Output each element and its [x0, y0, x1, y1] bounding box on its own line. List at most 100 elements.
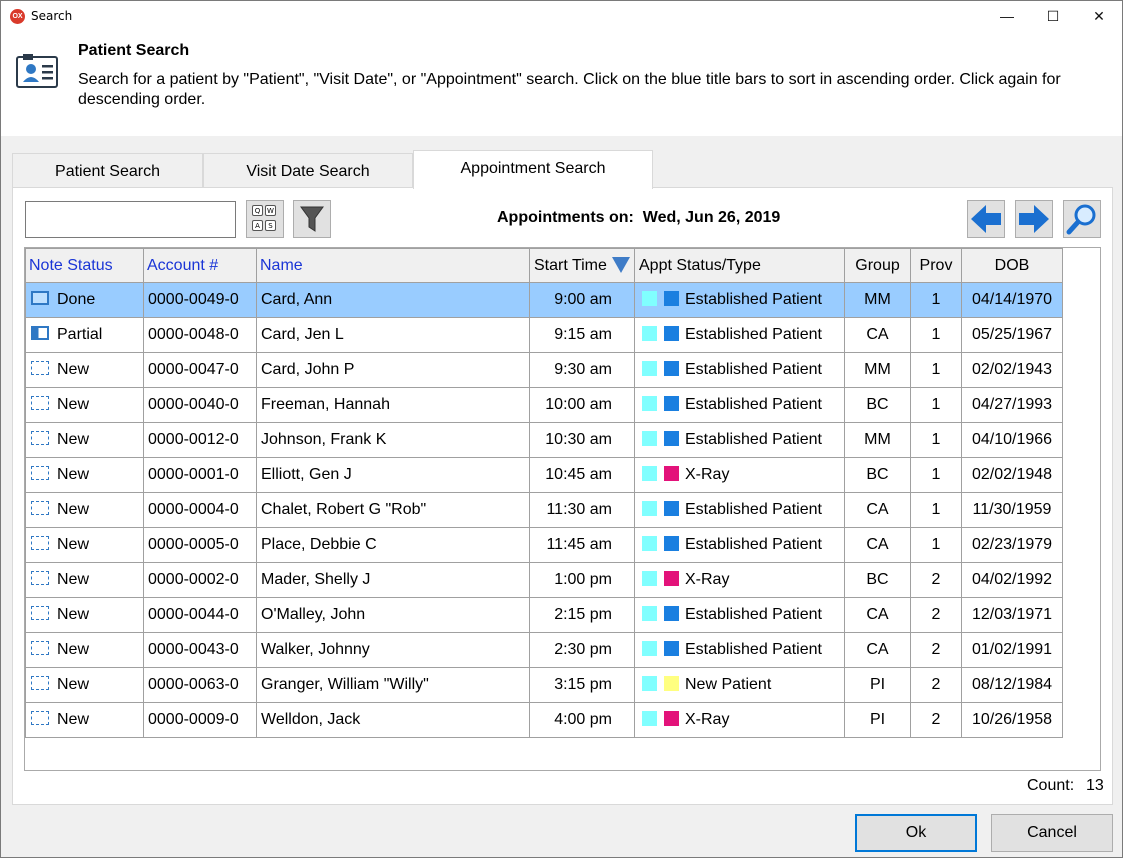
find-button[interactable] [1063, 200, 1101, 238]
grid-body: Done 0000-0049-0 Card, Ann 9:00 am Establish… [25, 282, 1063, 738]
cell-start-time: 10:45 am [529, 457, 635, 493]
appt-status-swatch [642, 641, 657, 656]
table-row[interactable]: New 0000-0004-0 Chalet, Robert G "Rob" 11:3… [25, 492, 1063, 528]
appt-status-swatch [642, 466, 657, 481]
note-status-text: New [57, 676, 90, 693]
table-row[interactable]: Partial 0000-0048-0 Card, Jen L 9:15 am Esta… [25, 317, 1063, 353]
cell-appt-type: X-Ray [634, 702, 845, 738]
note-status-text: New [57, 431, 90, 448]
cell-group: MM [844, 422, 911, 458]
filter-button[interactable] [293, 200, 331, 238]
cell-name: Granger, William "Willy" [256, 667, 530, 703]
cell-group: CA [844, 492, 911, 528]
dialog-description: Search for a patient by "Patient", "Visi… [78, 71, 1061, 108]
appt-type-swatch [664, 466, 679, 481]
appt-type-swatch [664, 711, 679, 726]
column-appt-status[interactable]: Appt Status/Type [634, 248, 845, 283]
next-day-button[interactable] [1015, 200, 1053, 238]
cell-dob: 02/23/1979 [961, 527, 1063, 563]
minimize-button[interactable]: — [984, 1, 1030, 32]
tab-visit-date-search[interactable]: Visit Date Search [203, 153, 413, 188]
close-button[interactable]: ✕ [1076, 1, 1122, 32]
column-start-time[interactable]: Start Time [529, 248, 635, 283]
keyboard-key: Q [252, 205, 263, 216]
cell-account: 0000-0048-0 [143, 317, 257, 353]
cell-note-status: New [25, 597, 144, 633]
cell-start-time: 11:30 am [529, 492, 635, 528]
note-status-text: New [57, 606, 90, 623]
cell-note-status: Partial [25, 317, 144, 353]
note-new-icon [31, 711, 49, 725]
appt-status-swatch [642, 606, 657, 621]
cell-note-status: New [25, 352, 144, 388]
tab-patient-search[interactable]: Patient Search [12, 153, 203, 188]
appt-type-swatch [664, 571, 679, 586]
note-new-icon [31, 361, 49, 375]
table-row[interactable]: New 0000-0002-0 Mader, Shelly J 1:00 pm X-Ra… [25, 562, 1063, 598]
cell-start-time: 9:30 am [529, 352, 635, 388]
ok-button[interactable]: Ok [855, 814, 977, 852]
previous-day-button[interactable] [967, 200, 1005, 238]
appt-type-swatch [664, 326, 679, 341]
table-row[interactable]: Done 0000-0049-0 Card, Ann 9:00 am Establish… [25, 282, 1063, 318]
table-row[interactable]: New 0000-0005-0 Place, Debbie C 11:45 am Est… [25, 527, 1063, 563]
table-row[interactable]: New 0000-0063-0 Granger, William "Willy" 3:… [25, 667, 1063, 703]
appt-type-text: New Patient [685, 676, 772, 693]
table-row[interactable]: New 0000-0040-0 Freeman, Hannah 10:00 am Est… [25, 387, 1063, 423]
cell-prov: 1 [910, 282, 962, 318]
search-input[interactable] [25, 201, 236, 238]
dialog-header: Patient Search Search for a patient by "… [1, 32, 1122, 136]
cell-group: CA [844, 597, 911, 633]
cancel-button[interactable]: Cancel [991, 814, 1113, 852]
cell-name: Welldon, Jack [256, 702, 530, 738]
column-prov[interactable]: Prov [910, 248, 962, 283]
note-partial-icon [31, 326, 49, 340]
table-row[interactable]: New 0000-0047-0 Card, John P 9:30 am Establi… [25, 352, 1063, 388]
note-new-icon [31, 501, 49, 515]
magnifier-icon [1066, 204, 1096, 235]
cell-account: 0000-0009-0 [143, 702, 257, 738]
appt-type-text: X-Ray [685, 571, 730, 588]
appt-type-text: Established Patient [685, 326, 822, 343]
table-row[interactable]: New 0000-0012-0 Johnson, Frank K 10:30 am Es… [25, 422, 1063, 458]
cell-appt-type: Established Patient [634, 422, 845, 458]
note-new-icon [31, 466, 49, 480]
cell-appt-type: Established Patient [634, 492, 845, 528]
appt-status-swatch [642, 501, 657, 516]
maximize-button[interactable]: ☐ [1030, 1, 1076, 32]
table-row[interactable]: New 0000-0001-0 Elliott, Gen J 10:45 am X-Ra… [25, 457, 1063, 493]
cell-account: 0000-0043-0 [143, 632, 257, 668]
column-dob[interactable]: DOB [961, 248, 1063, 283]
cell-start-time: 2:30 pm [529, 632, 635, 668]
column-note-status[interactable]: Note Status [25, 248, 144, 283]
keyboard-key: A [252, 220, 263, 231]
table-row[interactable]: New 0000-0009-0 Welldon, Jack 4:00 pm X-Ray P… [25, 702, 1063, 738]
cell-note-status: New [25, 667, 144, 703]
cell-dob: 04/02/1992 [961, 562, 1063, 598]
cell-appt-type: Established Patient [634, 632, 845, 668]
cell-dob: 04/14/1970 [961, 282, 1063, 318]
note-new-icon [31, 431, 49, 445]
column-name[interactable]: Name [256, 248, 530, 283]
cell-appt-type: X-Ray [634, 562, 845, 598]
cell-start-time: 3:15 pm [529, 667, 635, 703]
column-account[interactable]: Account # [143, 248, 257, 283]
cell-appt-type: Established Patient [634, 282, 845, 318]
tab-appointment-search[interactable]: Appointment Search [413, 150, 653, 189]
appt-type-text: Established Patient [685, 291, 822, 308]
cell-note-status: Done [25, 282, 144, 318]
cell-appt-type: Established Patient [634, 352, 845, 388]
cell-dob: 04/27/1993 [961, 387, 1063, 423]
keyboard-button[interactable]: Q W A S [246, 200, 284, 238]
note-new-icon [31, 571, 49, 585]
appt-status-swatch [642, 676, 657, 691]
appt-type-swatch [664, 431, 679, 446]
note-status-text: Partial [57, 326, 103, 343]
title-bar: OX Search — ☐ ✕ [1, 1, 1122, 32]
column-group[interactable]: Group [844, 248, 911, 283]
table-row[interactable]: New 0000-0044-0 O'Malley, John 2:15 pm Estab… [25, 597, 1063, 633]
cell-account: 0000-0047-0 [143, 352, 257, 388]
table-row[interactable]: New 0000-0043-0 Walker, Johnny 2:30 pm Estab… [25, 632, 1063, 668]
cell-name: Card, Jen L [256, 317, 530, 353]
cell-start-time: 1:00 pm [529, 562, 635, 598]
